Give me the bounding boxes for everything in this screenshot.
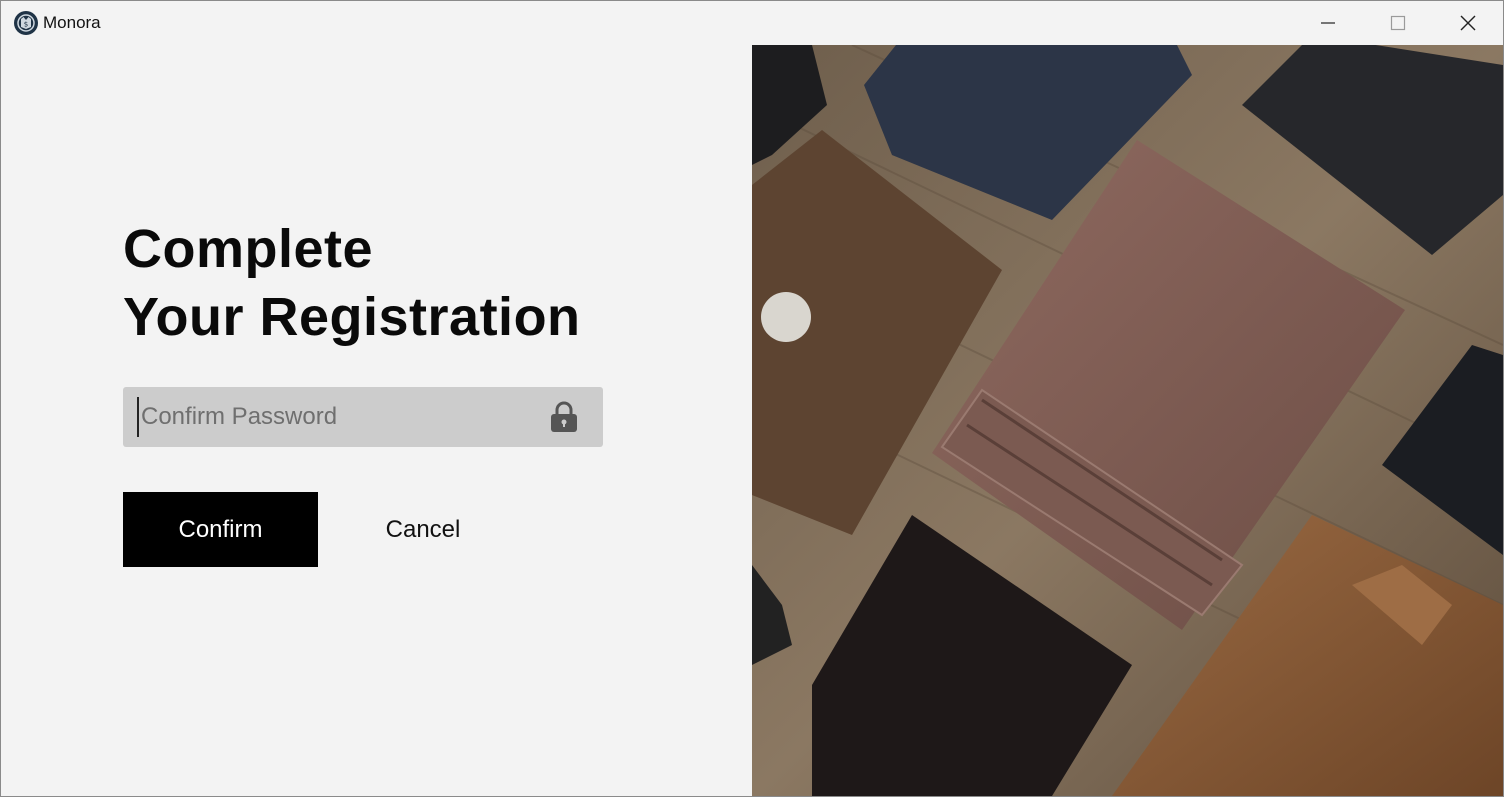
title-line-1: Complete [123, 219, 374, 279]
maximize-button[interactable] [1363, 1, 1433, 45]
maximize-icon [1390, 15, 1406, 31]
close-icon [1460, 15, 1476, 31]
title-bar[interactable]: $ Monora [1, 1, 1503, 45]
minimize-button[interactable] [1293, 1, 1363, 45]
title-line-2: Your Registration [123, 287, 581, 347]
close-button[interactable] [1433, 1, 1503, 45]
confirm-button[interactable]: Confirm [123, 492, 318, 567]
leather-wallets-photo [752, 45, 1503, 796]
confirm-password-field[interactable] [123, 387, 603, 447]
window-title: Monora [43, 13, 101, 32]
svg-text:$: $ [24, 21, 28, 29]
page-title: Complete Your Registration [123, 215, 581, 351]
minimize-icon [1321, 22, 1335, 24]
monora-logo-icon: $ [14, 11, 38, 35]
cancel-button[interactable]: Cancel [361, 492, 485, 567]
app-window: $ Monora Complete Your Registration Conf… [0, 0, 1504, 797]
registration-panel: Complete Your Registration Confirm Cance… [1, 45, 752, 796]
confirm-password-input[interactable] [137, 397, 537, 437]
lock-icon [551, 401, 577, 432]
